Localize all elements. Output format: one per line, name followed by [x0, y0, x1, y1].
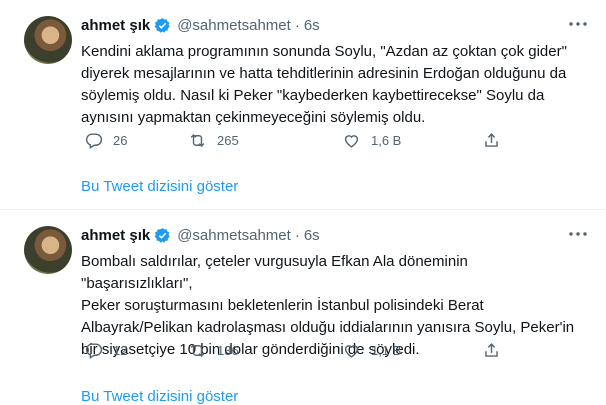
verified-badge-icon: [154, 17, 170, 33]
like-count: 1,6 B: [371, 132, 402, 148]
like-button[interactable]: 1,1 B: [342, 338, 401, 362]
share-icon: [485, 342, 498, 357]
author-handle[interactable]: @sahmetsahmet: [177, 17, 291, 34]
retweet-icon: [190, 133, 205, 147]
share-button[interactable]: [482, 338, 511, 362]
reply-icon: [85, 342, 103, 359]
separator: ·: [294, 16, 300, 34]
tweet-header: ahmet şık @sahmetsahmet · 6s: [81, 14, 586, 36]
author-name[interactable]: ahmet şık: [81, 227, 150, 244]
reply-button[interactable]: 12: [84, 338, 127, 362]
tweet-actions: 12 136 1,1 B: [84, 338, 504, 362]
share-icon: [485, 132, 498, 147]
retweet-count: 265: [217, 132, 239, 148]
reply-icon: [85, 132, 103, 149]
like-count: 1,1 B: [371, 342, 402, 358]
retweet-icon: [190, 343, 205, 357]
avatar[interactable]: [24, 226, 72, 274]
reply-button[interactable]: 26: [84, 128, 127, 152]
reply-count: 26: [113, 132, 128, 148]
timestamp[interactable]: 6s: [304, 227, 320, 244]
share-button[interactable]: [482, 128, 511, 152]
more-icon[interactable]: [566, 12, 590, 36]
author-name[interactable]: ahmet şık: [81, 17, 150, 34]
reply-count: 12: [113, 342, 128, 358]
tweet-actions: 26 265 1,6 B: [84, 128, 504, 152]
tweet[interactable]: ahmet şık @sahmetsahmet · 6s Kendini akl…: [0, 0, 606, 210]
like-button[interactable]: 1,6 B: [342, 128, 401, 152]
verified-badge-icon: [154, 227, 170, 243]
retweet-button[interactable]: 265: [188, 128, 239, 152]
more-icon[interactable]: [566, 222, 590, 246]
author-handle[interactable]: @sahmetsahmet: [177, 227, 291, 244]
show-thread-link[interactable]: Bu Tweet dizisini göster: [81, 388, 238, 405]
timestamp[interactable]: 6s: [304, 17, 320, 34]
retweet-count: 136: [217, 342, 239, 358]
retweet-button[interactable]: 136: [188, 338, 239, 362]
separator: ·: [294, 226, 300, 244]
tweet-text: Kendini aklama programının sonunda Soylu…: [81, 43, 567, 126]
tweet[interactable]: ahmet şık @sahmetsahmet · 6s Bombalı sal…: [0, 210, 606, 405]
like-icon: [344, 134, 359, 148]
like-icon: [344, 344, 359, 358]
tweet-header: ahmet şık @sahmetsahmet · 6s: [81, 224, 586, 246]
show-thread-link[interactable]: Bu Tweet dizisini göster: [81, 178, 238, 195]
avatar[interactable]: [24, 16, 72, 64]
